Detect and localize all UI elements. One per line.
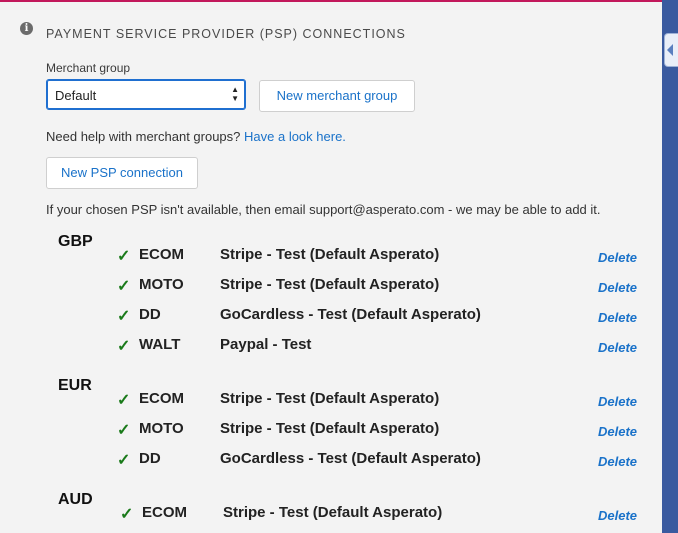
delete-link[interactable]: Delete (598, 394, 637, 409)
delete-link[interactable]: Delete (598, 508, 637, 523)
check-icon: ✓ (117, 392, 131, 409)
connection-type: ECOM (139, 390, 184, 407)
delete-link[interactable]: Delete (598, 310, 637, 325)
connection-psp: Stripe - Test (Default Asperato) (220, 420, 440, 437)
help-prefix: Need help with merchant groups? (46, 129, 245, 144)
connection-psp: Stripe - Test (Default Asperato) (220, 276, 440, 293)
connection-row: ✓ MOTO Stripe - Test (Default Asperato) (117, 276, 678, 300)
currency-label: GBP (58, 233, 93, 250)
merchant-group-selected: Default (55, 88, 97, 103)
check-icon: ✓ (117, 422, 131, 439)
connection-psp: Stripe - Test (Default Asperato) (220, 246, 440, 263)
connection-psp: GoCardless - Test (Default Asperato) (220, 450, 481, 467)
connection-psp: Stripe - Test (Default Asperato) (220, 390, 440, 407)
select-arrows-icon: ▲ ▼ (231, 85, 239, 103)
connection-psp: Paypal - Test (220, 336, 312, 353)
currency-label: EUR (58, 377, 92, 394)
currency-label: AUD (58, 491, 93, 508)
connection-row: ✓ WALT Paypal - Test (117, 336, 678, 360)
connection-row: ✓ DD GoCardless - Test (Default Asperato… (117, 306, 678, 330)
delete-link[interactable]: Delete (598, 454, 637, 469)
connection-type: WALT (139, 336, 181, 353)
connection-type: MOTO (139, 276, 184, 293)
connection-type: ECOM (139, 246, 184, 263)
merchant-group-select[interactable]: Default ▲ ▼ (46, 79, 246, 110)
help-text: Need help with merchant groups? Have a l… (46, 129, 346, 144)
new-merchant-group-button[interactable]: New merchant group (259, 80, 415, 112)
info-icon[interactable]: i (20, 22, 33, 35)
collapse-panel-tab[interactable] (664, 33, 678, 67)
check-icon: ✓ (120, 506, 134, 523)
delete-link[interactable]: Delete (598, 424, 637, 439)
connection-row: ✓ ECOM Stripe - Test (Default Asperato) (120, 504, 678, 528)
side-panel-rail (662, 0, 678, 533)
new-psp-connection-button[interactable]: New PSP connection (46, 157, 198, 189)
check-icon: ✓ (117, 308, 131, 325)
connection-psp: Stripe - Test (Default Asperato) (223, 504, 443, 521)
connection-psp: GoCardless - Test (Default Asperato) (220, 306, 481, 323)
delete-link[interactable]: Delete (598, 280, 637, 295)
merchant-group-label: Merchant group (46, 61, 131, 75)
connection-type: DD (139, 306, 161, 323)
check-icon: ✓ (117, 278, 131, 295)
connection-row: ✓ ECOM Stripe - Test (Default Asperato) (117, 390, 678, 414)
email-note: If your chosen PSP isn't available, then… (46, 202, 601, 217)
connection-row: ✓ DD GoCardless - Test (Default Asperato… (117, 450, 678, 474)
check-icon: ✓ (117, 452, 131, 469)
check-icon: ✓ (117, 248, 131, 265)
connection-type: DD (139, 450, 161, 467)
page-title: PAYMENT SERVICE PROVIDER (PSP) CONNECTIO… (46, 27, 406, 41)
connection-type: ECOM (142, 504, 187, 521)
delete-link[interactable]: Delete (598, 250, 637, 265)
connection-type: MOTO (139, 420, 184, 437)
connection-row: ✓ ECOM Stripe - Test (Default Asperato) (117, 246, 678, 270)
psp-connections-panel: i PAYMENT SERVICE PROVIDER (PSP) CONNECT… (0, 0, 662, 533)
chevron-left-icon (667, 44, 673, 56)
check-icon: ✓ (117, 338, 131, 355)
connection-row: ✓ MOTO Stripe - Test (Default Asperato) (117, 420, 678, 444)
help-link[interactable]: Have a look here. (244, 129, 346, 144)
delete-link[interactable]: Delete (598, 340, 637, 355)
